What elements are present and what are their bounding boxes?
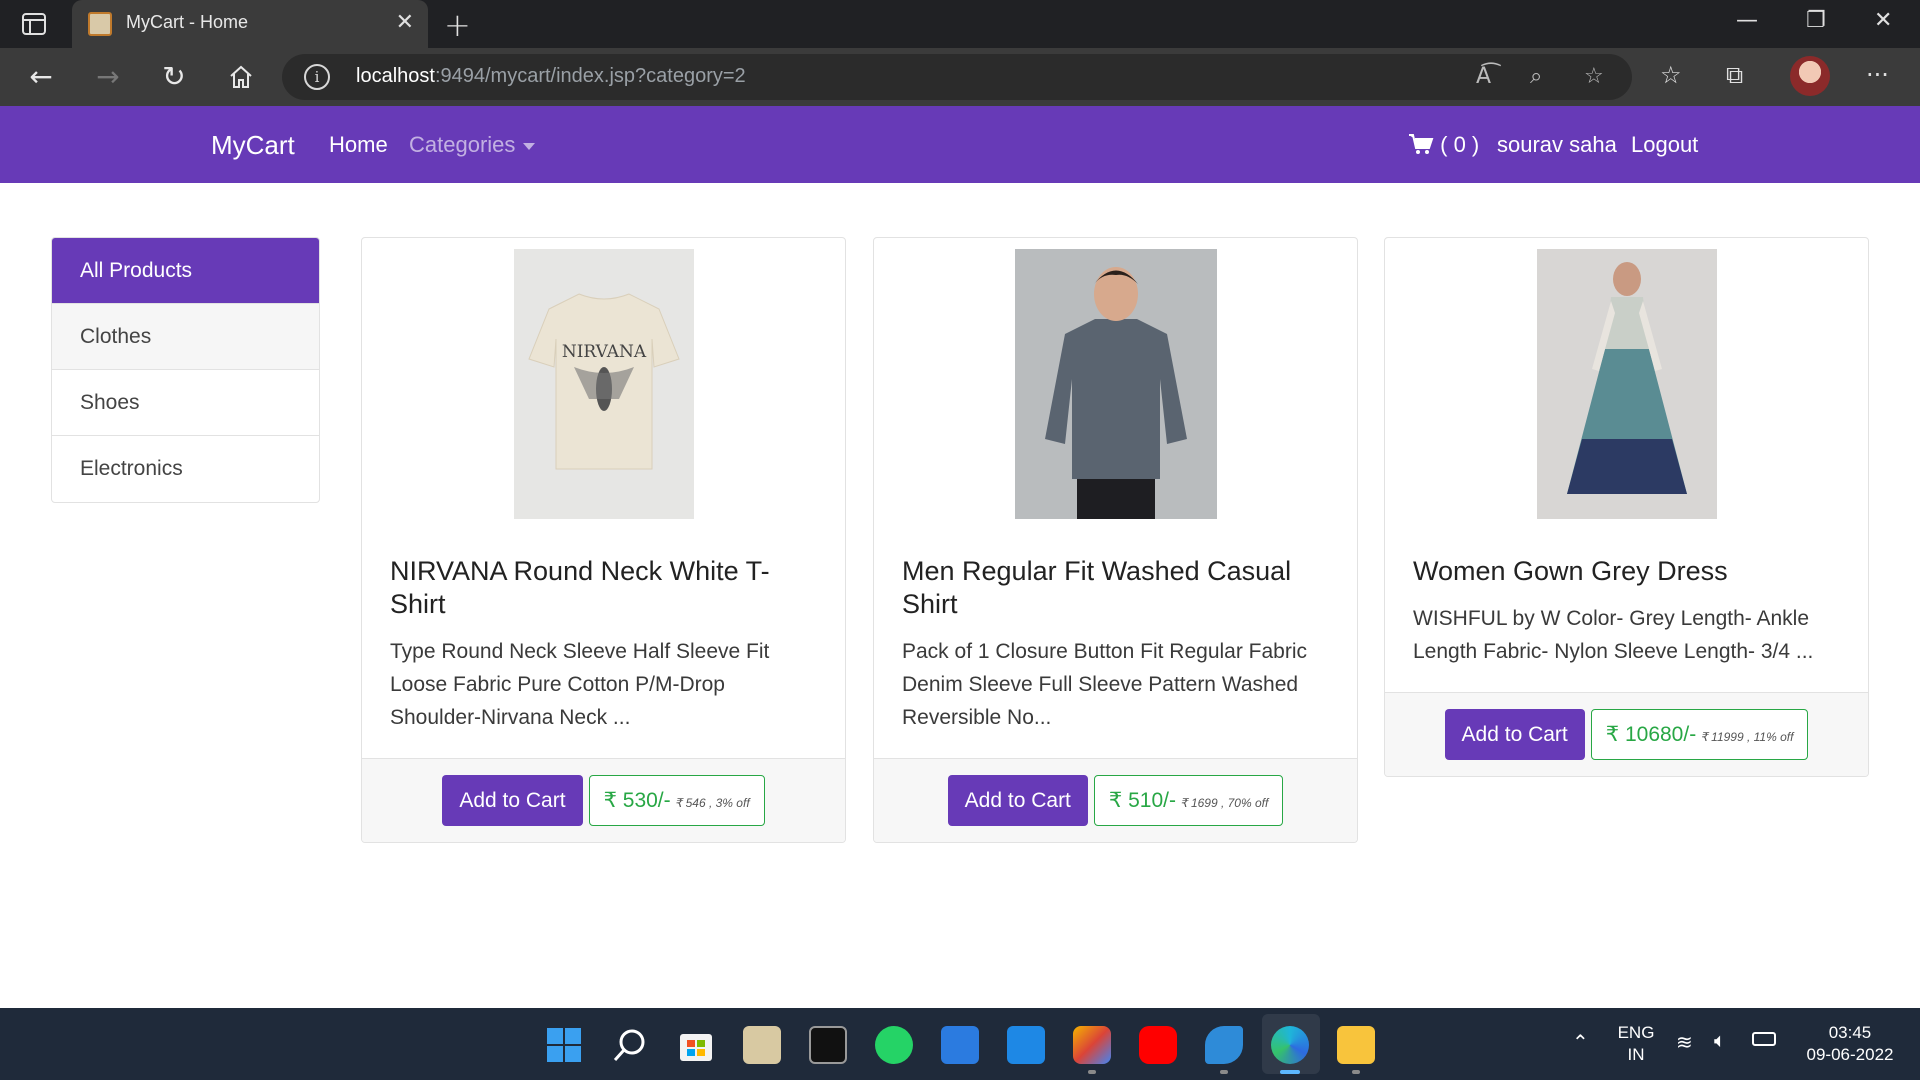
nav-categories-dropdown[interactable]: Categories: [409, 132, 536, 158]
store-icon[interactable]: [677, 1026, 715, 1064]
product-description: Type Round Neck Sleeve Half Sleeve Fit L…: [390, 640, 770, 729]
product-card: Women Gown Grey Dress WISHFUL by W Color…: [1384, 237, 1869, 777]
card-footer: Add to Cart ₹ 530/- ₹ 546 , 3% off: [362, 758, 845, 842]
logout-link[interactable]: Logout: [1631, 132, 1698, 158]
product-description: Pack of 1 Closure Button Fit Regular Fab…: [902, 640, 1308, 729]
product-description: WISHFUL by W Color- Grey Length- Ankle L…: [1413, 607, 1814, 663]
caret-down-icon: [523, 142, 536, 150]
clock[interactable]: 03:45 09-06-2022: [1790, 1022, 1910, 1066]
category-list: All Products Clothes Shoes Electronics: [51, 237, 320, 503]
profile-avatar[interactable]: [1790, 56, 1830, 96]
price: ₹ 530/-: [603, 789, 671, 812]
address-bar[interactable]: i localhost:9494/mycart/index.jsp?catego…: [282, 54, 1632, 100]
original-price: ₹ 1699 , 70% off: [1179, 796, 1269, 810]
close-window-icon[interactable]: ✕: [1874, 8, 1892, 33]
brand-link[interactable]: MyCart: [211, 130, 295, 161]
battery-icon[interactable]: [1752, 1032, 1776, 1046]
svg-text:NIRVANA: NIRVANA: [561, 342, 646, 362]
cart-count: ( 0 ): [1440, 132, 1480, 157]
product-image-tshirt: NIRVANA: [513, 249, 694, 519]
cart-link[interactable]: ( 0 ): [1408, 132, 1479, 158]
dolphin-app-icon[interactable]: [1205, 1026, 1243, 1064]
running-indicator: [1352, 1070, 1360, 1074]
url-text[interactable]: localhost:9494/mycart/index.jsp?category…: [356, 65, 746, 88]
card-footer: Add to Cart ₹ 10680/- ₹ 11999 , 11% off: [1385, 692, 1868, 776]
home-icon[interactable]: [224, 63, 258, 91]
file-explorer-icon[interactable]: [1337, 1026, 1375, 1064]
add-to-cart-button[interactable]: Add to Cart: [1444, 709, 1585, 760]
category-electronics[interactable]: Electronics: [52, 436, 319, 502]
price-button[interactable]: ₹ 10680/- ₹ 11999 , 11% off: [1590, 709, 1809, 760]
tab-title: MyCart - Home: [126, 12, 249, 32]
site-info-icon[interactable]: i: [304, 64, 330, 90]
category-clothes[interactable]: Clothes: [52, 304, 319, 370]
add-to-cart-button[interactable]: Add to Cart: [442, 775, 583, 826]
product-card: Men Regular Fit Washed Casual Shirt Pack…: [873, 237, 1358, 843]
terminal-icon[interactable]: [809, 1026, 847, 1064]
search-icon[interactable]: [611, 1026, 649, 1064]
nav-categories-label: Categories: [409, 132, 516, 157]
browser-tab[interactable]: MyCart - Home ✕: [72, 0, 428, 48]
start-icon[interactable]: [545, 1026, 583, 1064]
original-price: ₹ 546 , 3% off: [674, 796, 750, 810]
close-tab-icon[interactable]: ✕: [396, 10, 414, 35]
nav-home[interactable]: Home: [329, 132, 388, 158]
running-indicator: [1088, 1070, 1096, 1074]
browser-tab-bar: MyCart - Home ✕ + — ❐ ✕: [0, 0, 1920, 48]
tab-actions-icon[interactable]: [20, 12, 48, 36]
new-tab-icon[interactable]: +: [444, 6, 471, 44]
mail-icon[interactable]: [1007, 1026, 1045, 1064]
whatsapp-icon[interactable]: [875, 1026, 913, 1064]
edge-icon[interactable]: [1271, 1026, 1309, 1064]
category-all-products[interactable]: All Products: [52, 238, 319, 304]
add-favorite-icon[interactable]: ☆: [1584, 64, 1604, 89]
product-title[interactable]: NIRVANA Round Neck White T-Shirt: [390, 555, 817, 621]
volume-icon[interactable]: 🔈︎: [1714, 1030, 1726, 1053]
add-to-cart-button[interactable]: Add to Cart: [947, 775, 1088, 826]
product-image-dress: [1536, 249, 1717, 519]
show-hidden-icons[interactable]: ⌃: [1572, 1030, 1589, 1055]
running-indicator: [1220, 1070, 1228, 1074]
favicon-icon: [88, 12, 112, 36]
zoom-icon[interactable]: ⌕: [1530, 64, 1542, 89]
price: ₹ 10680/-: [1605, 723, 1697, 746]
reload-icon[interactable]: ↻: [157, 60, 191, 93]
product-card: NIRVANA NIRVANA Round Neck White T-Shirt…: [361, 237, 846, 843]
browser-toolbar: ← → ↻ i localhost:9494/mycart/index.jsp?…: [0, 48, 1920, 106]
app-icon[interactable]: [1073, 1026, 1111, 1064]
os-taskbar: ⌃ ENG IN ≋ 🔈︎ 03:45 09-06-2022: [0, 1008, 1920, 1080]
user-name-link[interactable]: sourav saha: [1497, 132, 1617, 158]
notepad-app-icon[interactable]: [743, 1026, 781, 1064]
wifi-icon[interactable]: ≋: [1676, 1030, 1693, 1055]
product-title[interactable]: Men Regular Fit Washed Casual Shirt: [902, 555, 1329, 621]
calendar-icon[interactable]: [941, 1026, 979, 1064]
original-price: ₹ 11999 , 11% off: [1700, 730, 1794, 744]
cart-icon: [1409, 134, 1434, 154]
collections-icon[interactable]: ⧉: [1726, 61, 1743, 89]
product-title[interactable]: Women Gown Grey Dress: [1413, 555, 1840, 588]
back-icon[interactable]: ←: [24, 60, 58, 93]
more-options-icon[interactable]: ···: [1866, 61, 1889, 89]
price-button[interactable]: ₹ 530/- ₹ 546 , 3% off: [588, 775, 765, 826]
price-button[interactable]: ₹ 510/- ₹ 1699 , 70% off: [1093, 775, 1284, 826]
forward-icon[interactable]: →: [91, 60, 125, 93]
active-indicator: [1280, 1070, 1300, 1074]
restore-icon[interactable]: ❐: [1806, 8, 1826, 33]
site-navbar: MyCart Home Categories ( 0 ) sourav saha…: [0, 106, 1920, 183]
minimize-icon[interactable]: —: [1736, 8, 1758, 33]
product-image-shirt: [1014, 249, 1217, 519]
read-aloud-icon[interactable]: A͡: [1476, 64, 1491, 89]
category-shoes[interactable]: Shoes: [52, 370, 319, 436]
price: ₹ 510/-: [1108, 789, 1176, 812]
favorites-icon[interactable]: ☆: [1660, 61, 1682, 89]
language-indicator[interactable]: ENG IN: [1614, 1022, 1658, 1066]
youtube-icon[interactable]: [1139, 1026, 1177, 1064]
card-footer: Add to Cart ₹ 510/- ₹ 1699 , 70% off: [874, 758, 1357, 842]
